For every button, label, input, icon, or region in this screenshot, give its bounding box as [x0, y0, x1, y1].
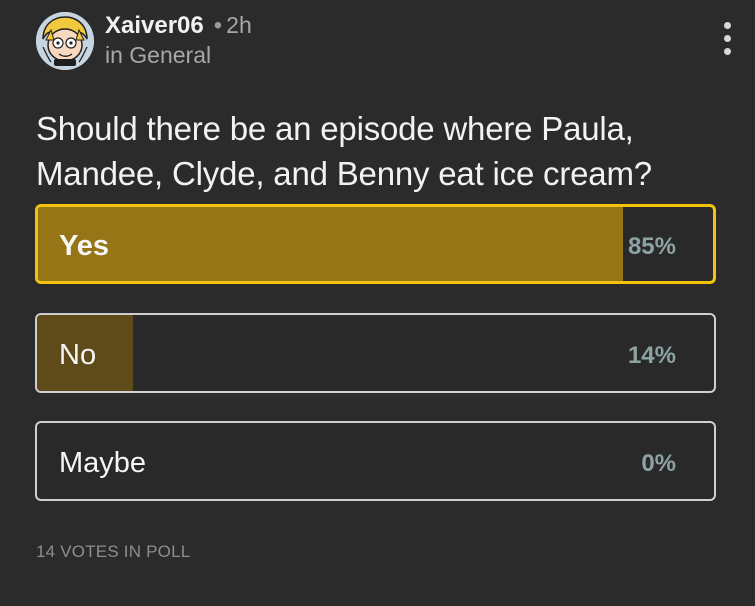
poll-option-maybe[interactable]: Maybe 0%	[35, 421, 716, 501]
menu-dot	[724, 22, 731, 29]
poll-option-percent: 14%	[627, 342, 676, 369]
menu-dot	[724, 35, 731, 42]
poll-option-label: Yes	[59, 230, 109, 262]
separator-dot: •	[213, 12, 223, 39]
post-time: 2h	[226, 12, 252, 38]
poll-option-percent: 85%	[627, 233, 676, 260]
cartoon-avatar-icon	[36, 12, 94, 70]
vote-count: 14 VOTES IN POLL	[36, 542, 191, 561]
community-label[interactable]: in General	[105, 41, 211, 69]
author-name[interactable]: Xaiver06	[105, 12, 204, 39]
poll-option-percent: 0%	[641, 450, 676, 477]
poll-option-fill	[38, 207, 623, 281]
poll-option-no[interactable]: No 14%	[35, 313, 716, 393]
menu-dot	[724, 48, 731, 55]
vertical-ellipsis-icon[interactable]	[720, 22, 734, 56]
poll-option-yes[interactable]: Yes 85%	[35, 204, 716, 284]
poll-option-label: Maybe	[59, 447, 147, 479]
author-avatar[interactable]	[36, 12, 94, 70]
author-line: Xaiver06 • 2h	[105, 11, 252, 40]
poll-option-label: No	[59, 339, 97, 371]
post-header: Xaiver06 • 2h in General	[36, 10, 736, 74]
poll-question: Should there be an episode where Paula, …	[36, 110, 652, 192]
